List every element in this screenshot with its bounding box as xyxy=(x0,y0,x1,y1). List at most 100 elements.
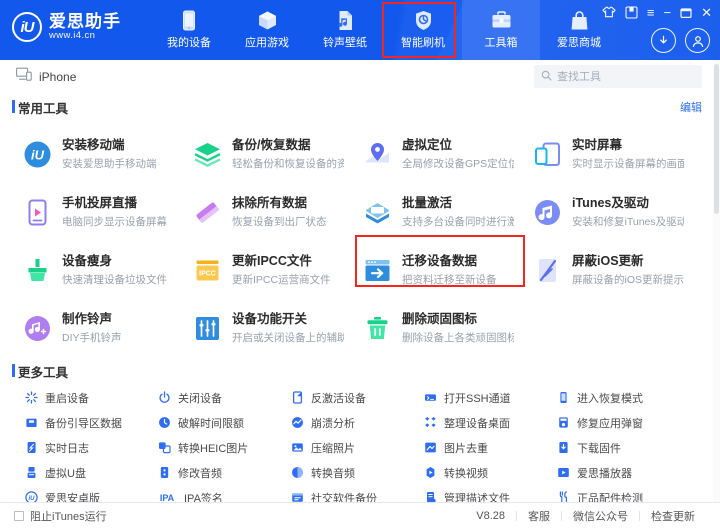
more-tool-label: 打开SSH通道 xyxy=(444,390,511,406)
ringtone-icon xyxy=(22,313,53,344)
more-tool-restart-device[interactable]: 重启设备 xyxy=(24,385,157,410)
search-input[interactable] xyxy=(557,71,695,83)
wechat-official-link[interactable]: 微信公众号 xyxy=(562,508,639,524)
customer-service-link[interactable]: 客服 xyxy=(517,508,561,524)
block-itunes-checkbox[interactable]: 阻止iTunes运行 xyxy=(14,508,107,524)
recovery-mode-icon xyxy=(556,391,570,405)
more-tool-virtual-usb[interactable]: 虚拟U盘 xyxy=(24,460,157,485)
device-name[interactable]: iPhone xyxy=(39,70,76,84)
card-title: 删除顽固图标 xyxy=(402,312,477,326)
tool-card-install-mobile[interactable]: iU 安装移动端 安装爱思助手移动端 xyxy=(10,125,180,183)
i4-logo-icon: iU xyxy=(12,12,42,42)
skin-icon[interactable] xyxy=(602,6,616,19)
download-firmware-icon xyxy=(556,441,570,455)
account-icon[interactable] xyxy=(685,28,710,53)
arrange-desktop-icon xyxy=(423,416,437,430)
search-tools[interactable] xyxy=(534,65,702,88)
more-tool-label: 爱思播放器 xyxy=(577,465,632,481)
tool-card-live-screen[interactable]: 实时屏幕 实时显示设备屏幕的画面 xyxy=(520,125,690,183)
nav-item-my-device[interactable]: 我的设备 xyxy=(150,0,228,60)
nav-item-toolbox[interactable]: 工具箱 xyxy=(462,0,540,60)
more-tool-label: 下载固件 xyxy=(577,440,621,456)
status-bar: 阻止iTunes运行 V8.28 客服 微信公众号 检查更新 xyxy=(0,502,720,528)
title-bar: iU 爱思助手 www.i4.cn 我的设备 应用游戏 xyxy=(0,0,720,60)
batch-activate-icon xyxy=(362,197,393,228)
menu-icon[interactable]: ≡ xyxy=(647,6,655,19)
convert-audio-icon xyxy=(290,466,304,480)
more-tool-fix-app-popup[interactable]: 修复应用弹窗 xyxy=(556,410,689,435)
nav-item-apps-games[interactable]: 应用游戏 xyxy=(228,0,306,60)
card-subtitle: 全局修改设备GPS定位信息 xyxy=(402,158,514,170)
more-tool-download-firmware[interactable]: 下载固件 xyxy=(556,435,689,460)
tool-card-migrate-device-data[interactable]: 迁移设备数据 把资料迁移至新设备 xyxy=(350,241,520,299)
deactivate-icon xyxy=(290,391,304,405)
main-nav: 我的设备 应用游戏 铃声壁纸 智能刷机 xyxy=(150,0,618,60)
music-file-icon xyxy=(337,10,354,31)
more-tool-compress-photo[interactable]: 压缩照片 xyxy=(290,435,423,460)
checkbox-label: 阻止iTunes运行 xyxy=(30,508,107,524)
tool-card-erase-all-data[interactable]: 抹除所有数据 恢复设备到出厂状态 xyxy=(180,183,350,241)
maximize-icon[interactable] xyxy=(680,7,692,19)
more-tool-edit-audio[interactable]: 修改音频 xyxy=(157,460,290,485)
tool-card-remove-stubborn-icons[interactable]: 删除顽固图标 删除设备上各类顽固图标 xyxy=(350,299,520,357)
more-tool-open-ssh[interactable]: 打开SSH通道 xyxy=(423,385,556,410)
card-title: 设备功能开关 xyxy=(232,312,307,326)
tool-card-grid: iU 安装移动端 安装爱思助手移动端 备份/恢复数据 轻松备份和恢复设备的资料 … xyxy=(0,119,720,357)
more-tool-realtime-log[interactable]: 实时日志 xyxy=(24,435,157,460)
more-tool-arrange-desktop[interactable]: 整理设备桌面 xyxy=(423,410,556,435)
tool-card-virtual-location[interactable]: 虚拟定位 全局修改设备GPS定位信息 xyxy=(350,125,520,183)
more-tool-label: 修复应用弹窗 xyxy=(577,415,643,431)
nav-item-ringtone-wallpaper[interactable]: 铃声壁纸 xyxy=(306,0,384,60)
more-tool-shutdown-device[interactable]: 关闭设备 xyxy=(157,385,290,410)
card-title: 安装移动端 xyxy=(62,138,125,152)
close-icon[interactable]: ✕ xyxy=(701,6,712,19)
message-icon[interactable] xyxy=(625,6,638,19)
more-tool-crash-analysis[interactable]: 崩溃分析 xyxy=(290,410,423,435)
card-subtitle: 安装和修复iTunes及驱动 xyxy=(572,216,684,228)
download-icon[interactable] xyxy=(651,28,676,53)
phone-icon xyxy=(181,10,197,31)
edit-button[interactable]: 编辑 xyxy=(680,99,702,115)
section-header-common: 常用工具 编辑 xyxy=(0,95,720,119)
nav-item-smart-flash[interactable]: 智能刷机 xyxy=(384,0,462,60)
more-tool-recovery-mode[interactable]: 进入恢复模式 xyxy=(556,385,689,410)
convert-video-icon xyxy=(423,466,437,480)
tool-card-device-feature-switch[interactable]: 设备功能开关 开启或关闭设备上的辅助... xyxy=(180,299,350,357)
app-logo[interactable]: iU 爱思助手 www.i4.cn xyxy=(12,12,121,42)
more-tool-convert-heic[interactable]: 转换HEIC图片 xyxy=(157,435,290,460)
section-header-more: 更多工具 xyxy=(0,359,720,383)
tool-card-batch-activate[interactable]: 批量激活 支持多台设备同时进行激活 xyxy=(350,183,520,241)
more-tool-dedupe-photo[interactable]: 图片去重 xyxy=(423,435,556,460)
tool-card-update-ipcc[interactable]: IPCC 更新IPCC文件 更新IPCC运营商文件 xyxy=(180,241,350,299)
more-tool-convert-video[interactable]: 转换视频 xyxy=(423,460,556,485)
version-label: V8.28 xyxy=(465,510,516,522)
more-tool-backup-boot-data[interactable]: 备份引导区数据 xyxy=(24,410,157,435)
tool-card-screen-cast[interactable]: 手机投屏直播 电脑同步显示设备屏幕 xyxy=(10,183,180,241)
ssh-icon xyxy=(423,391,437,405)
card-title: iTunes及驱动 xyxy=(572,196,649,210)
fix-popup-icon xyxy=(556,416,570,430)
checkbox-box[interactable] xyxy=(14,511,24,521)
scrollbar-thumb[interactable] xyxy=(714,64,719,214)
card-title: 虚拟定位 xyxy=(402,138,452,152)
music-note-icon xyxy=(532,197,563,228)
more-tool-crack-time-limit[interactable]: 破解时间限额 xyxy=(157,410,290,435)
more-tool-label: 整理设备桌面 xyxy=(444,415,510,431)
tool-card-device-slimming[interactable]: 设备瘦身 快速清理设备垃圾文件 xyxy=(10,241,180,299)
screen-mirror-icon xyxy=(532,139,563,170)
more-tool-label: 重启设备 xyxy=(45,390,89,406)
check-update-link[interactable]: 检查更新 xyxy=(640,508,706,524)
more-tool-convert-audio[interactable]: 转换音频 xyxy=(290,460,423,485)
i4-assistant-window: iU 爱思助手 www.i4.cn 我的设备 应用游戏 xyxy=(0,0,720,528)
minimize-icon[interactable]: − xyxy=(664,6,672,19)
card-title: 制作铃声 xyxy=(62,312,112,326)
card-title: 更新IPCC文件 xyxy=(232,254,312,268)
more-tool-deactivate-device[interactable]: 反激活设备 xyxy=(290,385,423,410)
tool-card-block-ios-update[interactable]: 屏蔽iOS更新 屏蔽设备的iOS更新提示 xyxy=(520,241,690,299)
tool-card-backup-restore[interactable]: 备份/恢复数据 轻松备份和恢复设备的资料 xyxy=(180,125,350,183)
tool-card-make-ringtone[interactable]: 制作铃声 DIY手机铃声 xyxy=(10,299,180,357)
nav-label: 铃声壁纸 xyxy=(323,34,367,50)
more-tool-i4-player[interactable]: 爱思播放器 xyxy=(556,460,689,485)
card-title: 实时屏幕 xyxy=(572,138,622,152)
tool-card-itunes-driver[interactable]: iTunes及驱动 安装和修复iTunes及驱动 xyxy=(520,183,690,241)
